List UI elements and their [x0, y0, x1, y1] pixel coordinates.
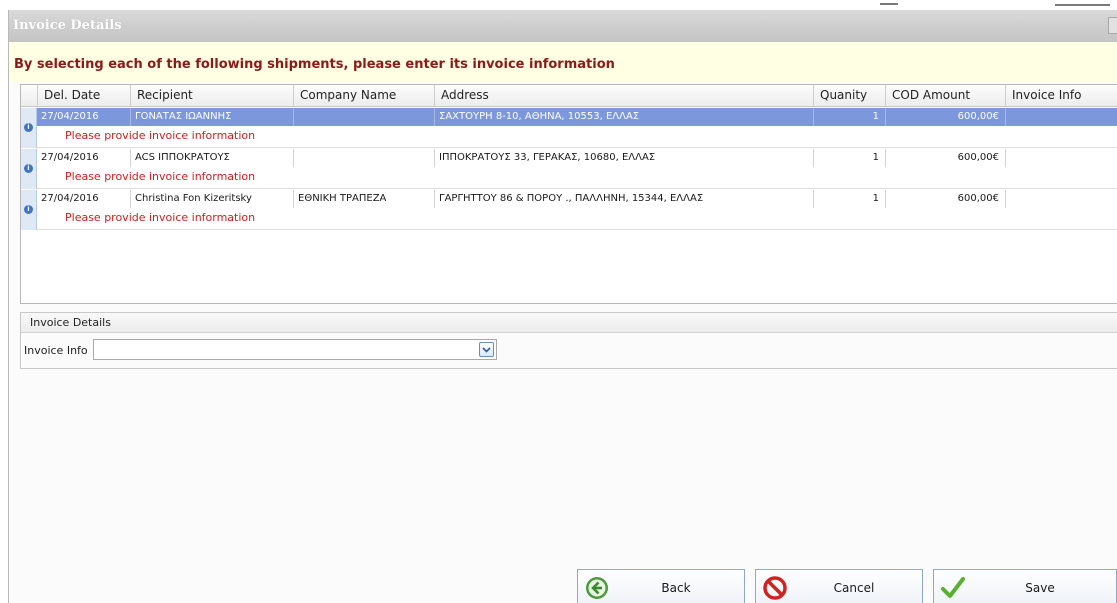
cell-invoice-info: [1009, 149, 1115, 167]
back-label: Back: [661, 581, 691, 595]
cell-invoice-info: [1009, 108, 1115, 126]
cell-cod-amount: 600,00€: [957, 193, 999, 204]
window-control-button[interactable]: [1108, 17, 1117, 34]
cell-recipient: ΓΟΝΑΤΑΣ ΙΩΑΝΝΗΣ: [135, 111, 232, 122]
column-header-cod-amount[interactable]: COD Amount: [885, 85, 1005, 107]
shipment-row[interactable]: i 27/04/2016 ΓΟΝΑΤΑΣ ΙΩΑΝΝΗΣ ΣΑΧΤΟΥΡΗ 8-…: [21, 108, 1117, 148]
cell-company: [298, 149, 434, 167]
info-icon: i: [24, 123, 33, 132]
row-selector[interactable]: i: [21, 149, 37, 189]
column-header-address[interactable]: Address: [434, 85, 813, 107]
cell-address: ΣΑΧΤΟΥΡΗ 8-10, ΑΘΗΝΑ, 10553, ΕΛΛΑΣ: [439, 111, 640, 122]
cancel-button[interactable]: Cancel: [755, 569, 923, 603]
row-warning: Please provide invoice information: [65, 129, 256, 142]
invoice-info-label: Invoice Info: [24, 344, 88, 357]
instruction-text: By selecting each of the following shipm…: [14, 57, 615, 72]
save-button[interactable]: Save: [933, 569, 1117, 603]
shipment-row[interactable]: i 27/04/2016 ACS ΙΠΠΟΚΡΑΤΟΥΣ ΙΠΠΟΚΡΑΤΟΥΣ…: [21, 149, 1117, 189]
cell-quantity: 1: [872, 152, 879, 163]
instruction-banner: By selecting each of the following shipm…: [9, 42, 1117, 82]
row-selector[interactable]: i: [21, 108, 37, 148]
cell-cod-amount: 600,00€: [957, 111, 999, 122]
invoice-details-panel: Invoice Details Invoice Info: [20, 312, 1117, 369]
cell-invoice-info: [1009, 190, 1115, 208]
column-header-recipient[interactable]: Recipient: [130, 85, 293, 107]
info-icon: i: [24, 205, 33, 214]
column-header-company-name[interactable]: Company Name: [293, 85, 434, 107]
column-header-invoice-info[interactable]: Invoice Info: [1005, 85, 1117, 107]
title-bar[interactable]: Invoice Details: [9, 10, 1117, 42]
info-icon: i: [24, 164, 33, 173]
column-header-quantity[interactable]: Quanity: [813, 85, 885, 107]
cell-del-date: 27/04/2016: [41, 111, 99, 122]
invoice-info-select[interactable]: [93, 339, 497, 360]
row-warning: Please provide invoice information: [65, 211, 256, 224]
cell-quantity: 1: [872, 111, 879, 122]
cell-address: ΓΑΡΓΗΤΤΟΥ 86 & ΠΟΡΟΥ ., ΠΑΛΛΗΝΗ, 15344, …: [439, 193, 704, 204]
cell-quantity: 1: [872, 193, 879, 204]
cell-recipient: Christina Fon Kizeritsky: [135, 193, 252, 204]
column-header-del-date[interactable]: Del. Date: [37, 85, 130, 107]
cell-cod-amount: 600,00€: [957, 152, 999, 163]
shipment-row[interactable]: i 27/04/2016 Christina Fon Kizeritsky ΕΘ…: [21, 190, 1117, 230]
back-button[interactable]: Back: [577, 569, 745, 603]
window-title: Invoice Details: [13, 18, 122, 33]
row-warning: Please provide invoice information: [65, 170, 256, 183]
background-strip: [0, 0, 1117, 10]
cell-recipient: ACS ΙΠΠΟΚΡΑΤΟΥΣ: [135, 152, 230, 163]
cell-del-date: 27/04/2016: [41, 193, 99, 204]
cell-company: ΕΘΝΙΚΗ ΤΡΑΠΕΖΑ: [298, 193, 387, 204]
shipments-grid: Del. Date Recipient Company Name Address…: [20, 84, 1117, 304]
cancel-label: Cancel: [833, 581, 875, 595]
panel-title: Invoice Details: [30, 316, 111, 329]
save-label: Save: [1025, 581, 1055, 595]
panel-header: Invoice Details: [21, 313, 1117, 333]
cell-company: [298, 108, 434, 126]
cell-del-date: 27/04/2016: [41, 152, 99, 163]
row-selector[interactable]: i: [21, 190, 37, 230]
invoice-details-window: Invoice Details By selecting each of the…: [8, 10, 1117, 603]
cell-address: ΙΠΠΟΚΡΑΤΟΥΣ 33, ΓΕΡΑΚΑΣ, 10680, ΕΛΛΑΣ: [439, 152, 656, 163]
chevron-down-icon[interactable]: [479, 342, 494, 357]
grid-header: Del. Date Recipient Company Name Address…: [21, 85, 1117, 107]
